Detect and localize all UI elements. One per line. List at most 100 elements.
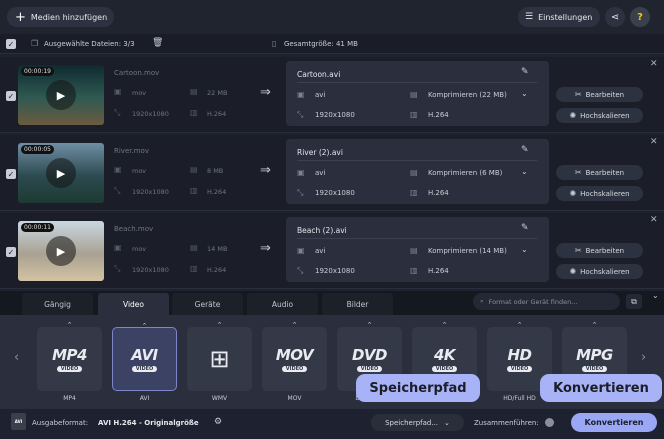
tab-1[interactable]: Video [98,293,169,315]
file-checkbox[interactable]: ✓ [6,247,16,257]
source-resolution: 1920x1080 [132,188,169,196]
gear-icon[interactable]: ⚙ [214,417,222,427]
collapse-chevron-icon[interactable]: ⌄ [652,291,659,300]
output-codec: H.264 [428,267,449,275]
format-label: MOV [287,395,302,402]
tab-2[interactable]: Geräte [172,293,243,315]
tab-0[interactable]: Gängig [22,293,93,315]
source-codec: H.264 [207,266,227,274]
output-codec: H.264 [428,111,449,119]
add-media-button[interactable]: + Medien hinzufügen [7,7,114,27]
edit-button[interactable]: ✂ Bearbeiten [556,165,643,180]
format-tile[interactable]: ⌃ MOV VIDEO [262,321,327,391]
convert-arrow-icon: ⇒ [260,85,271,100]
edit-name-icon[interactable]: ✎ [521,67,529,77]
save-path-button[interactable]: Speicherpfad... ⌄ [371,414,464,431]
export-settings-icon[interactable]: ⧉ [626,294,642,309]
format-logo: MOV [275,346,314,364]
format-tile[interactable]: ⌃ MP4 VIDEO [37,321,102,391]
format-logo: 4K [433,346,456,364]
play-icon[interactable]: ▶ [46,80,76,110]
edit-button[interactable]: ✂ Bearbeiten [556,87,643,102]
duration-badge: 00:00:05 [21,145,54,154]
convert-button[interactable]: Konvertieren [571,413,657,432]
edit-button[interactable]: ✂ Bearbeiten [556,243,643,258]
video-thumbnail[interactable]: 00:00:11 ▶ [18,221,104,281]
output-file-name[interactable]: Beach (2).avi [297,226,347,235]
chevron-down-icon[interactable]: ⌄ [521,167,528,176]
file-checkbox[interactable]: ✓ [6,169,16,179]
output-format-value[interactable]: AVI H.264 - Originalgröße [98,419,199,427]
tab-label: Audio [271,299,294,309]
chevron-down-icon[interactable]: ⌄ [521,245,528,254]
scissors-icon: ✂ [574,168,582,177]
chevron-up-icon: ⌃ [516,321,523,329]
convert-arrow-icon: ⇒ [260,241,271,256]
output-file-name[interactable]: Cartoon.avi [297,70,340,79]
remove-file-icon[interactable]: ✕ [650,215,658,225]
source-format: mov [132,167,147,175]
video-thumbnail[interactable]: 00:00:05 ▶ [18,143,104,203]
output-compress[interactable]: Komprimieren (22 MB) [428,91,507,99]
resolution-icon: ⤡ [297,266,304,275]
output-file-name[interactable]: River (2).avi [297,148,343,157]
source-size: 14 MB [207,245,228,253]
share-button[interactable]: ⋖ [605,7,625,27]
merge-label: Zusammenführen: [474,419,539,427]
upscale-button[interactable]: ✺ Hochskalieren [556,264,643,279]
duration-badge: 00:00:19 [21,67,54,76]
edit-label: Bearbeiten [585,168,625,177]
compress-icon: ▤ [410,90,418,99]
scroll-right-icon[interactable]: › [641,350,646,365]
format-search-input[interactable]: ⌕ Format oder Gerät finden... [473,293,620,310]
share-icon: ⋖ [610,11,620,23]
format-tile[interactable]: ⌃ ⊞ [187,321,252,391]
upscale-icon: ✺ [569,189,577,198]
output-compress[interactable]: Komprimieren (6 MB) [428,169,502,177]
format-icon: ▣ [297,90,305,99]
upscale-button[interactable]: ✺ Hochskalieren [556,186,643,201]
format-label: AVI [139,395,150,402]
settings-button[interactable]: ☰ Einstellungen [518,7,600,27]
edit-name-icon[interactable]: ✎ [521,223,529,233]
help-button[interactable]: ? [630,7,650,27]
output-compress[interactable]: Komprimieren (14 MB) [428,247,507,255]
video-thumbnail[interactable]: 00:00:19 ▶ [18,65,104,125]
output-format-label: Ausgabeformat: [32,419,89,427]
selected-files-label: Ausgewählte Dateien: 3/3 [44,40,135,48]
format-icon: ▣ [297,246,305,255]
format-icon: ▣ [114,243,122,252]
play-icon[interactable]: ▶ [46,236,76,266]
chevron-up-icon: ⌃ [591,321,598,329]
source-codec: H.264 [207,110,227,118]
merge-toggle[interactable] [545,418,554,427]
codec-icon: ▥ [410,188,418,197]
remove-file-icon[interactable]: ✕ [650,59,658,69]
tab-3[interactable]: Audio [247,293,318,315]
scissors-icon: ✂ [574,90,582,99]
settings-label: Einstellungen [538,12,593,22]
format-logo-sub: VIDEO [581,366,608,372]
remove-file-icon[interactable]: ✕ [650,137,658,147]
upscale-icon: ✺ [569,267,577,276]
chevron-up-icon: ⌃ [291,321,298,329]
trash-icon[interactable]: 🗑 [152,38,163,48]
play-icon[interactable]: ▶ [46,158,76,188]
format-logo-sub: VIDEO [131,366,158,372]
file-size-icon: ▯ [272,39,277,48]
format-label: MP4 [63,395,76,402]
output-resolution: 1920x1080 [315,111,355,119]
edit-name-icon[interactable]: ✎ [521,145,529,155]
tab-4[interactable]: Bilder [322,293,393,315]
output-divider [297,82,537,83]
resolution-icon: ⤡ [297,110,304,119]
chevron-down-icon[interactable]: ⌄ [521,89,528,98]
duration-badge: 00:00:11 [21,223,54,232]
file-checkbox[interactable]: ✓ [6,91,16,101]
upscale-button[interactable]: ✺ Hochskalieren [556,108,643,123]
save-path-tooltip-text: Speicherpfad [369,380,467,396]
windows-logo-icon: ⊞ [209,345,230,373]
scroll-left-icon[interactable]: ‹ [14,350,19,365]
format-tile[interactable]: ⌃ AVI VIDEO [112,322,177,391]
select-all-checkbox[interactable]: ✓ [6,39,16,49]
